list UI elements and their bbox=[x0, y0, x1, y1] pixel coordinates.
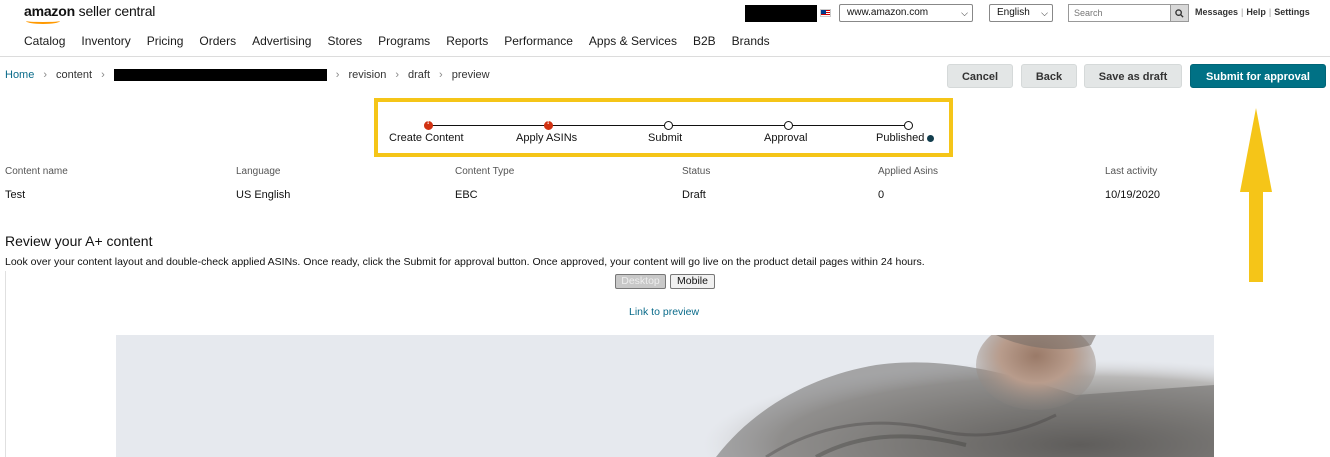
nav-item-orders[interactable]: Orders bbox=[199, 34, 236, 48]
nav-item-b2b[interactable]: B2B bbox=[693, 34, 716, 48]
chevron-down-icon: ⌵ bbox=[961, 8, 968, 18]
settings-link[interactable]: Settings bbox=[1274, 7, 1310, 17]
marketplace-select[interactable]: www.amazon.com ⌵ bbox=[839, 4, 973, 22]
detail-value-applied-asins: 0 bbox=[878, 189, 885, 201]
info-icon[interactable] bbox=[927, 135, 935, 142]
step-pending-icon bbox=[664, 121, 673, 130]
step-connector bbox=[429, 125, 549, 126]
nav-item-stores[interactable]: Stores bbox=[327, 34, 362, 48]
logo-product-text: seller central bbox=[78, 3, 156, 19]
detail-label-content-name: Content name bbox=[5, 166, 68, 177]
detail-value-status: Draft bbox=[682, 189, 706, 201]
step-connector bbox=[669, 125, 789, 126]
breadcrumb: Home › content › › revision › draft › pr… bbox=[5, 69, 490, 81]
step-error-icon bbox=[424, 119, 433, 130]
save-draft-button[interactable]: Save as draft bbox=[1084, 64, 1182, 88]
nav-item-catalog[interactable]: Catalog bbox=[24, 34, 65, 48]
nav-item-programs[interactable]: Programs bbox=[378, 34, 430, 48]
language-select[interactable]: English ⌵ bbox=[989, 4, 1053, 22]
messages-link[interactable]: Messages bbox=[1195, 7, 1238, 17]
back-button[interactable]: Back bbox=[1021, 64, 1077, 88]
breadcrumb-draft[interactable]: draft bbox=[408, 69, 430, 81]
chevron-right-icon: › bbox=[395, 69, 400, 81]
chevron-right-icon: › bbox=[439, 69, 443, 81]
amazon-seller-central-logo[interactable]: amazon seller central bbox=[24, 3, 156, 24]
detail-value-language: US English bbox=[236, 189, 291, 201]
detail-label-language: Language bbox=[236, 166, 281, 177]
nav-item-pricing[interactable]: Pricing bbox=[147, 34, 184, 48]
search-icon bbox=[1175, 9, 1184, 18]
step-label-submit: Submit bbox=[648, 132, 683, 144]
step-label-create-content[interactable]: Create Content bbox=[389, 132, 464, 144]
redacted-account-name bbox=[745, 5, 817, 22]
submit-for-approval-button[interactable]: Submit for approval bbox=[1190, 64, 1326, 88]
top-links: Messages | Help | Settings bbox=[1195, 7, 1310, 17]
review-description: Look over your content layout and double… bbox=[5, 256, 925, 268]
us-flag-icon bbox=[820, 9, 831, 17]
language-value: English bbox=[997, 7, 1030, 18]
cancel-button[interactable]: Cancel bbox=[947, 64, 1013, 88]
redacted-content-name bbox=[113, 69, 327, 81]
breadcrumb-revision[interactable]: revision bbox=[348, 69, 386, 81]
detail-value-last-activity: 10/19/2020 bbox=[1105, 189, 1161, 201]
chevron-right-icon: › bbox=[101, 69, 105, 81]
detail-label-status: Status bbox=[682, 166, 711, 177]
step-label-apply-asins[interactable]: Apply ASINs bbox=[516, 132, 577, 144]
step-pending-icon bbox=[904, 121, 913, 130]
search-button[interactable] bbox=[1170, 4, 1189, 22]
help-link[interactable]: Help bbox=[1246, 7, 1266, 17]
nav-item-advertising[interactable]: Advertising bbox=[252, 34, 311, 48]
marketplace-value: www.amazon.com bbox=[847, 7, 929, 18]
breadcrumb-content[interactable]: content bbox=[56, 69, 92, 81]
step-published: Published bbox=[876, 132, 935, 144]
progress-stepper: Create Content Apply ASINs Submit Approv… bbox=[374, 98, 953, 157]
detail-label-last-activity: Last activity bbox=[1105, 166, 1158, 177]
logo-brand-text: amazon bbox=[24, 3, 75, 19]
step-pending-icon bbox=[784, 121, 793, 130]
step-label-published: Published bbox=[876, 132, 925, 144]
step-error-icon bbox=[544, 119, 553, 130]
review-title: Review your A+ content bbox=[5, 233, 153, 249]
detail-label-content-type: Content Type bbox=[455, 166, 515, 177]
desktop-toggle-button[interactable]: Desktop bbox=[615, 274, 666, 289]
top-header: amazon seller central Catalog Inventory … bbox=[0, 0, 1330, 57]
step-connector bbox=[789, 125, 909, 126]
nav-item-brands[interactable]: Brands bbox=[732, 34, 770, 48]
nav-item-apps-services[interactable]: Apps & Services bbox=[589, 34, 677, 48]
detail-label-applied-asins: Applied Asins bbox=[878, 166, 939, 177]
amazon-smile-icon bbox=[26, 18, 60, 24]
search-input[interactable]: Search bbox=[1068, 4, 1170, 22]
chevron-right-icon: › bbox=[335, 69, 340, 81]
a-plus-content-image bbox=[116, 335, 1214, 457]
step-connector bbox=[549, 125, 669, 126]
breadcrumb-preview: preview bbox=[451, 69, 490, 81]
annotation-arrow-up-icon bbox=[1240, 108, 1272, 282]
main-nav: Catalog Inventory Pricing Orders Adverti… bbox=[24, 34, 786, 48]
nav-item-performance[interactable]: Performance bbox=[504, 34, 573, 48]
detail-value-content-name: Test bbox=[5, 189, 26, 201]
breadcrumb-home[interactable]: Home bbox=[5, 69, 34, 81]
detail-value-content-type: EBC bbox=[455, 189, 478, 201]
nav-item-reports[interactable]: Reports bbox=[446, 34, 488, 48]
nav-item-inventory[interactable]: Inventory bbox=[81, 34, 130, 48]
link-to-preview[interactable]: Link to preview bbox=[629, 306, 699, 318]
mobile-toggle-button[interactable]: Mobile bbox=[670, 274, 715, 289]
cat-photo-image bbox=[116, 335, 1214, 457]
search-placeholder: Search bbox=[1074, 8, 1103, 18]
chevron-down-icon: ⌵ bbox=[1041, 8, 1048, 18]
chevron-right-icon: › bbox=[43, 69, 48, 81]
step-label-approval: Approval bbox=[764, 132, 808, 144]
